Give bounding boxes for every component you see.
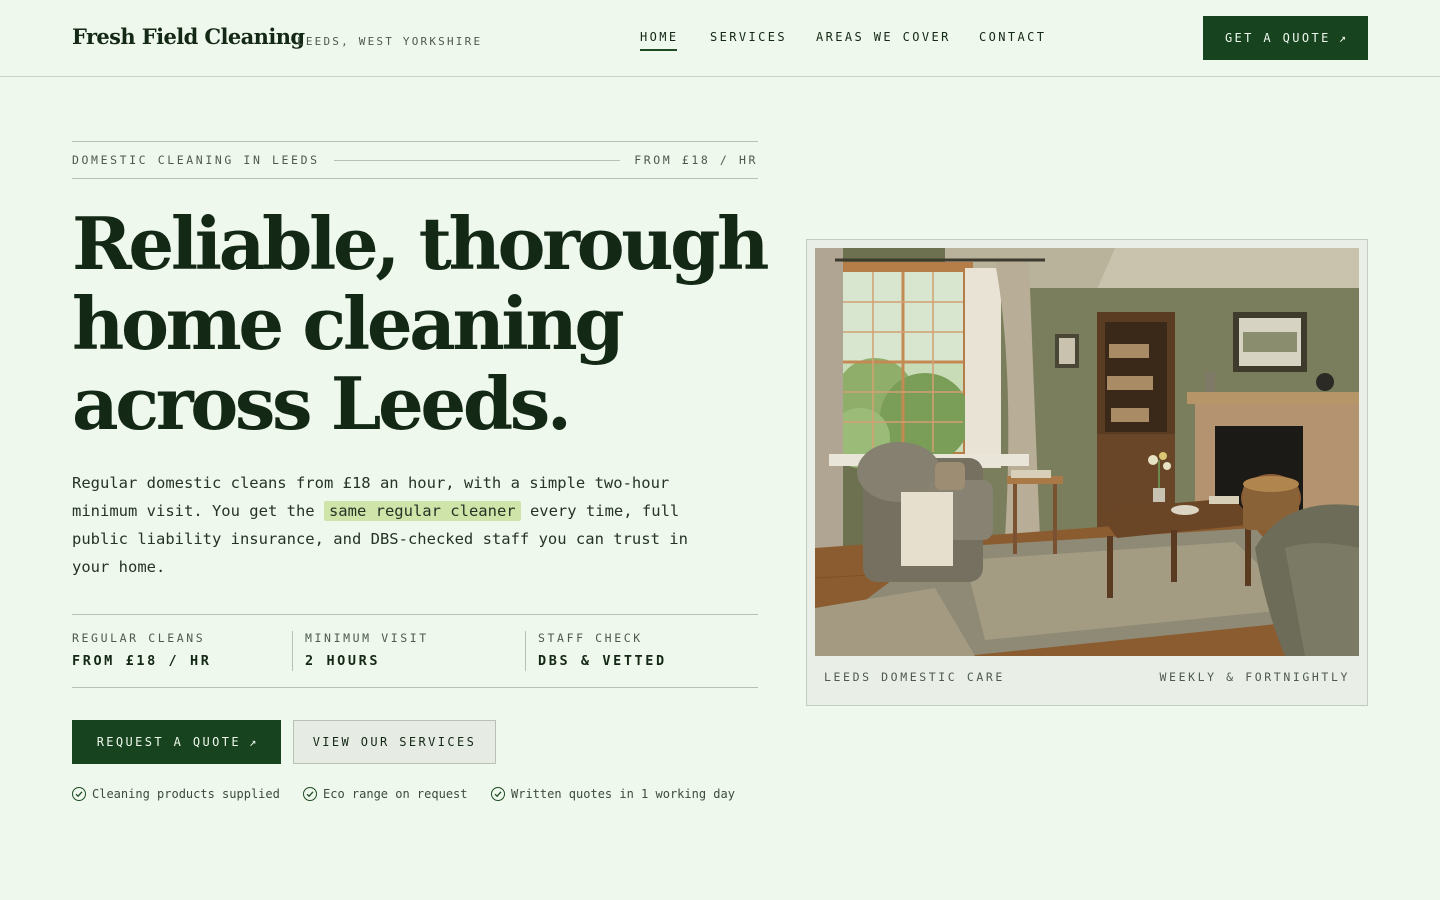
check-circle-icon: [491, 787, 505, 801]
perk-item: Written quotes in 1 working day: [491, 787, 735, 801]
stat-label: MINIMUM VISIT: [305, 631, 429, 645]
photo-caption: LEEDS DOMESTIC CARE WEEKLY & FORTNIGHTLY: [824, 670, 1350, 684]
hero-lede: Regular domestic cleans from £18 an hour…: [72, 469, 732, 581]
eyebrow-right: FROM £18 / HR: [634, 153, 758, 167]
headline-line-2: home cleaning: [72, 281, 625, 366]
headline-line-1: Reliable, thorough: [72, 201, 769, 286]
stat-label: STAFF CHECK: [538, 631, 643, 645]
nav-home[interactable]: HOME: [640, 30, 679, 51]
request-a-quote-label: REQUEST A QUOTE: [96, 735, 242, 749]
stat-label: REGULAR CLEANS: [72, 631, 206, 645]
perk-item: Eco range on request: [303, 787, 468, 801]
perk-label: Written quotes in 1 working day: [511, 787, 735, 801]
brand-location: LEEDS, WEST YORKSHIRE: [297, 35, 483, 48]
stat-value: DBS & VETTED: [538, 653, 667, 669]
nav-contact[interactable]: CONTACT: [979, 30, 1046, 44]
stat-staff-check: STAFF CHECK DBS & VETTED: [525, 631, 667, 671]
headline-line-3: across Leeds.: [72, 361, 572, 446]
perk-item: Cleaning products supplied: [72, 787, 280, 801]
arrow-up-right-icon: ↗: [249, 735, 257, 749]
eyebrow-divider: [333, 159, 621, 161]
arrow-up-right-icon: ↗: [1338, 31, 1347, 45]
brand-logo[interactable]: Fresh Field Cleaning: [72, 24, 305, 49]
stat-value: 2 HOURS: [305, 653, 381, 669]
living-room-photo: [815, 248, 1359, 656]
hero-headline: Reliable, thorough home cleaning across …: [72, 204, 772, 444]
check-circle-icon: [72, 787, 86, 801]
caption-left: LEEDS DOMESTIC CARE: [824, 670, 1005, 684]
stat-minimum-visit: MINIMUM VISIT 2 HOURS: [292, 631, 429, 671]
nav-services[interactable]: SERVICES: [710, 30, 787, 44]
caption-right: WEEKLY & FORTNIGHTLY: [1159, 670, 1350, 684]
stat-divider: [292, 631, 293, 671]
lede-highlight: same regular cleaner: [323, 501, 521, 521]
stat-value: FROM £18 / HR: [72, 653, 212, 669]
site-header: Fresh Field Cleaning LEEDS, WEST YORKSHI…: [0, 0, 1440, 77]
get-a-quote-label: GET A QUOTE: [1224, 31, 1331, 45]
stat-divider: [525, 631, 526, 671]
hero-eyebrow: DOMESTIC CLEANING IN LEEDS FROM £18 / HR: [72, 141, 758, 179]
nav-areas-we-cover[interactable]: AREAS WE COVER: [816, 30, 951, 44]
stat-regular-cleans: REGULAR CLEANS FROM £18 / HR: [72, 631, 211, 671]
check-circle-icon: [303, 787, 317, 801]
hero-stats: REGULAR CLEANS FROM £18 / HR MINIMUM VIS…: [72, 614, 758, 688]
request-a-quote-button[interactable]: REQUEST A QUOTE ↗: [72, 720, 281, 764]
view-our-services-button[interactable]: VIEW OUR SERVICES: [293, 720, 496, 764]
get-a-quote-button[interactable]: GET A QUOTE ↗: [1203, 16, 1368, 60]
photo-card: LEEDS DOMESTIC CARE WEEKLY & FORTNIGHTLY: [806, 239, 1368, 706]
eyebrow-left: DOMESTIC CLEANING IN LEEDS: [72, 153, 320, 167]
perk-label: Eco range on request: [323, 787, 468, 801]
perk-label: Cleaning products supplied: [92, 787, 280, 801]
